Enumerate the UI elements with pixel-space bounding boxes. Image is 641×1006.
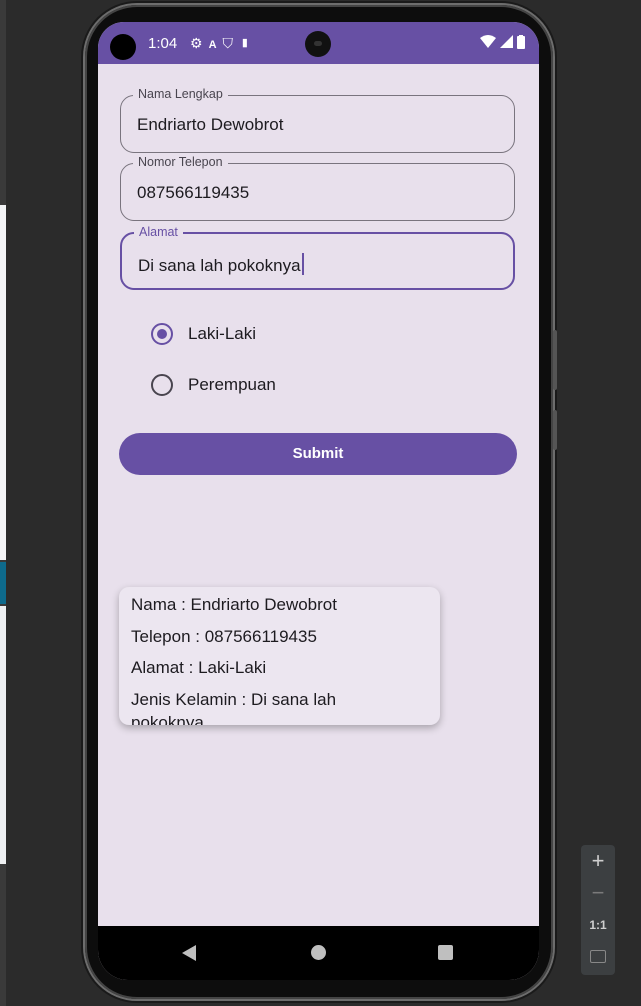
recent-apps-icon[interactable] bbox=[438, 945, 453, 960]
editor-panel-selected bbox=[0, 562, 6, 604]
home-icon[interactable] bbox=[311, 945, 326, 960]
status-system-icons bbox=[480, 34, 525, 50]
editor-background-strip bbox=[0, 0, 6, 1006]
result-alamat: Alamat : Laki-Laki bbox=[131, 658, 267, 677]
alamat-value-wrapper: Di sana lah pokoknya bbox=[138, 253, 304, 276]
status-bar: 1:04 ⚙A⛉▮ bbox=[98, 22, 539, 64]
editor-panel-light-lower bbox=[0, 606, 6, 864]
editor-panel-light bbox=[0, 205, 6, 560]
text-cursor bbox=[301, 253, 304, 275]
result-jenis-kelamin-continued: pokoknya bbox=[131, 713, 204, 725]
nama-lengkap-value: Endriarto Dewobrot bbox=[137, 115, 284, 134]
front-camera bbox=[305, 31, 331, 57]
nama-lengkap-field[interactable]: Nama Lengkap Endriarto Dewobrot bbox=[120, 87, 515, 153]
device-screen: 1:04 ⚙A⛉▮ Nama Lengkap Endriarto Dewobro… bbox=[98, 22, 539, 980]
volume-button[interactable] bbox=[553, 330, 557, 390]
camera-cutout bbox=[110, 34, 136, 60]
result-jenis-kelamin: Jenis Kelamin : Di sana lah bbox=[131, 690, 337, 709]
gear-icon: ⚙ bbox=[190, 35, 209, 51]
submit-button[interactable]: Submit bbox=[119, 433, 517, 475]
nama-lengkap-label: Nama Lengkap bbox=[133, 87, 228, 101]
result-card: Nama : Endriarto Dewobrot Telepon : 0875… bbox=[119, 587, 440, 725]
wifi-icon bbox=[480, 35, 497, 48]
radio-label-laki-laki: Laki-Laki bbox=[188, 324, 257, 343]
zoom-in-button[interactable]: + bbox=[581, 845, 615, 877]
nomor-telepon-value: 087566119435 bbox=[137, 183, 250, 202]
radio-button-perempuan[interactable] bbox=[151, 374, 173, 396]
zoom-out-button[interactable]: − bbox=[581, 877, 615, 909]
power-button[interactable] bbox=[553, 410, 557, 450]
actual-size-button[interactable]: 1:1 bbox=[581, 909, 615, 941]
status-notification-icons: ⚙A⛉▮ bbox=[190, 35, 256, 52]
alamat-field[interactable]: Alamat Di sana lah pokoknya bbox=[120, 225, 515, 290]
nomor-telepon-label: Nomor Telepon bbox=[133, 155, 228, 169]
radio-button-laki-laki[interactable] bbox=[151, 323, 173, 345]
emulator-zoom-controls: + − 1:1 bbox=[581, 845, 615, 975]
radio-label-perempuan: Perempuan bbox=[188, 375, 276, 394]
alamat-value: Di sana lah pokoknya bbox=[138, 256, 301, 275]
fit-screen-button[interactable] bbox=[581, 941, 615, 973]
result-telepon: Telepon : 087566119435 bbox=[131, 627, 317, 646]
signal-icon bbox=[500, 35, 514, 48]
alamat-label: Alamat bbox=[134, 225, 183, 239]
fit-screen-icon bbox=[590, 950, 606, 964]
result-nama: Nama : Endriarto Dewobrot bbox=[131, 595, 337, 614]
sim-card-icon: ▮ bbox=[239, 35, 257, 51]
a-icon: A bbox=[208, 39, 223, 51]
back-icon[interactable] bbox=[182, 945, 196, 961]
battery-icon bbox=[517, 35, 525, 49]
status-time: 1:04 bbox=[148, 35, 178, 52]
navigation-bar bbox=[98, 926, 539, 980]
shield-icon: ⛉ bbox=[222, 35, 240, 51]
nomor-telepon-field[interactable]: Nomor Telepon 087566119435 bbox=[120, 155, 515, 221]
